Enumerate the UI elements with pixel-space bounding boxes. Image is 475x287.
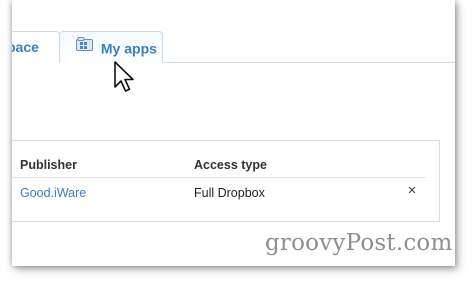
tab-space-label: pace: [12, 39, 39, 55]
remove-app-button[interactable]: ×: [404, 182, 420, 200]
app-window: pace My apps Publisher Access type Good.…: [12, 0, 455, 266]
tab-my-apps[interactable]: My apps: [59, 31, 163, 63]
apps-folder-icon: [76, 31, 93, 61]
apps-table: [12, 140, 440, 222]
column-header-access-type: Access type: [194, 158, 267, 172]
publisher-link[interactable]: Good.iWare: [20, 186, 86, 200]
header-divider: [12, 177, 426, 178]
tab-my-apps-label: My apps: [100, 40, 157, 57]
column-header-publisher: Publisher: [20, 158, 77, 172]
tab-space[interactable]: pace: [12, 31, 60, 63]
watermark: groovyPost.com: [265, 230, 453, 256]
mouse-pointer-icon: [114, 61, 136, 98]
access-type-value: Full Dropbox: [194, 186, 265, 200]
